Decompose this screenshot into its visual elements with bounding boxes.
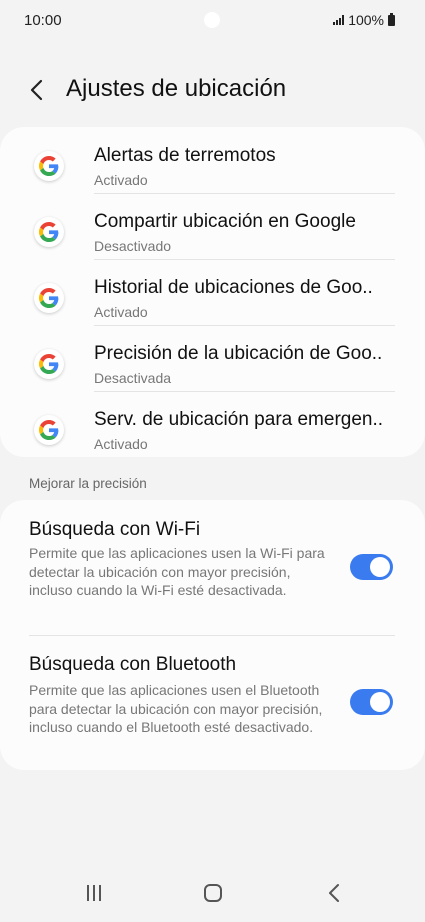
header: Ajustes de ubicación xyxy=(0,70,425,110)
bluetooth-scanning-description: Permite que las aplicaciones usen el Blu… xyxy=(29,682,323,735)
wifi-scanning-title: Búsqueda con Wi-Fi xyxy=(29,519,201,540)
back-icon xyxy=(329,884,339,902)
divider xyxy=(94,391,395,392)
list-item-status: Desactivada xyxy=(94,370,172,386)
divider xyxy=(94,193,395,194)
list-item-title: Historial de ubicaciones de Goo.. xyxy=(94,277,373,298)
battery-icon xyxy=(388,12,395,26)
wifi-scanning-toggle[interactable] xyxy=(350,554,393,580)
list-item-status: Desactivado xyxy=(94,238,172,254)
back-button[interactable] xyxy=(26,76,50,104)
recents-button[interactable] xyxy=(74,880,114,908)
nav-back-button[interactable] xyxy=(314,880,354,908)
list-item-status: Activado xyxy=(94,172,148,188)
divider xyxy=(94,259,395,260)
precision-card: Búsqueda con Wi-Fi Permite que las aplic… xyxy=(0,500,425,770)
chevron-left-icon xyxy=(30,79,43,101)
recents-icon xyxy=(87,885,101,901)
list-item-location-accuracy[interactable]: Precisión de la ubicación de Goo.. Desac… xyxy=(0,330,425,396)
camera-cutout xyxy=(204,12,220,28)
list-item-location-history[interactable]: Historial de ubicaciones de Goo.. Activa… xyxy=(0,264,425,330)
divider xyxy=(94,325,395,326)
list-item-status: Activado xyxy=(94,304,148,320)
google-g-icon xyxy=(34,349,64,379)
list-item-status: Activado xyxy=(94,436,148,452)
home-icon xyxy=(204,884,222,902)
navigation-bar xyxy=(0,860,425,922)
toggle-knob xyxy=(370,557,390,577)
bluetooth-scanning-row[interactable]: Búsqueda con Bluetooth Permite que las a… xyxy=(0,636,425,770)
status-bar: 10:00 100% xyxy=(0,0,425,40)
list-item-title: Alertas de terremotos xyxy=(94,145,276,166)
status-indicators: 100% xyxy=(333,12,395,28)
google-g-icon xyxy=(34,217,64,247)
status-time: 10:00 xyxy=(24,12,62,29)
list-item-title: Precisión de la ubicación de Goo.. xyxy=(94,343,383,364)
battery-percentage: 100% xyxy=(348,12,384,28)
signal-icon xyxy=(333,15,345,25)
list-item-share-location[interactable]: Compartir ubicación en Google Desactivad… xyxy=(0,198,425,264)
list-item-title: Serv. de ubicación para emergen.. xyxy=(94,409,384,430)
wifi-scanning-description: Permite que las aplicaciones usen la Wi-… xyxy=(29,545,325,598)
section-label: Mejorar la precisión xyxy=(29,476,147,491)
page-title: Ajustes de ubicación xyxy=(66,75,287,102)
google-g-icon xyxy=(34,283,64,313)
google-g-icon xyxy=(34,415,64,445)
google-g-icon xyxy=(34,151,64,181)
google-services-card: Alertas de terremotos Activado Compartir… xyxy=(0,127,425,457)
home-button[interactable] xyxy=(193,880,233,908)
list-item-emergency-location[interactable]: Serv. de ubicación para emergen.. Activa… xyxy=(0,396,425,462)
list-item-earthquake-alerts[interactable]: Alertas de terremotos Activado xyxy=(0,132,425,198)
toggle-knob xyxy=(370,692,390,712)
wifi-scanning-row[interactable]: Búsqueda con Wi-Fi Permite que las aplic… xyxy=(0,500,425,635)
list-item-title: Compartir ubicación en Google xyxy=(94,211,356,232)
bluetooth-scanning-title: Búsqueda con Bluetooth xyxy=(29,654,237,675)
bluetooth-scanning-toggle[interactable] xyxy=(350,689,393,715)
